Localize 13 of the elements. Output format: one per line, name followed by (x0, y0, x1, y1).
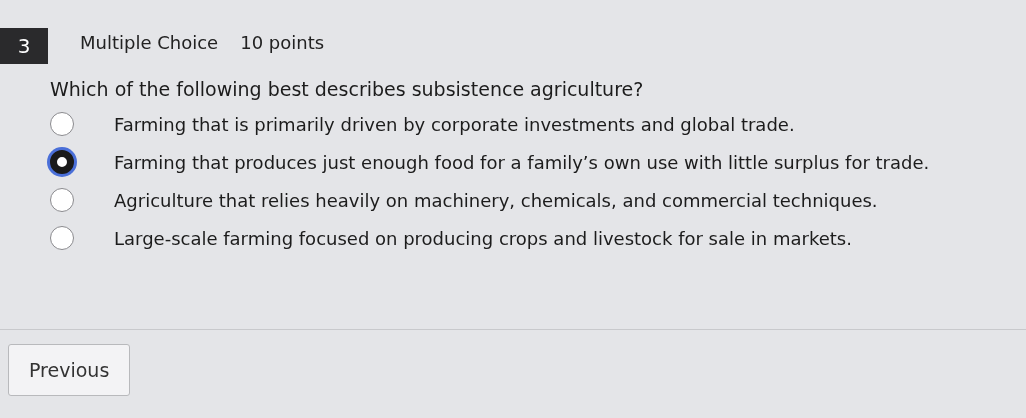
question-text: Which of the following best describes subsistence agriculture? (49, 77, 645, 100)
answer-option[interactable]: Farming that is primarily driven by corporate investments and global trade. (114, 113, 795, 135)
question-points: 10 points (240, 32, 325, 53)
radio-button[interactable] (50, 188, 74, 212)
answer-option[interactable]: Large-scale farming focused on producing crops and livestock for sale in markets. (114, 227, 852, 249)
answer-option[interactable]: Farming that produces just enough food for a family’s own use with little surplus for trade. (114, 151, 930, 173)
radio-button[interactable] (50, 150, 74, 174)
question-type: Multiple Choice (80, 32, 219, 53)
answer-option[interactable]: Agriculture that relies heavily on machinery, chemicals, and commercial techniques. (114, 189, 878, 211)
question-number: 3 (0, 28, 48, 64)
radio-button[interactable] (50, 226, 74, 250)
radio-button[interactable] (50, 112, 74, 136)
previous-button[interactable]: Previous (8, 344, 131, 396)
